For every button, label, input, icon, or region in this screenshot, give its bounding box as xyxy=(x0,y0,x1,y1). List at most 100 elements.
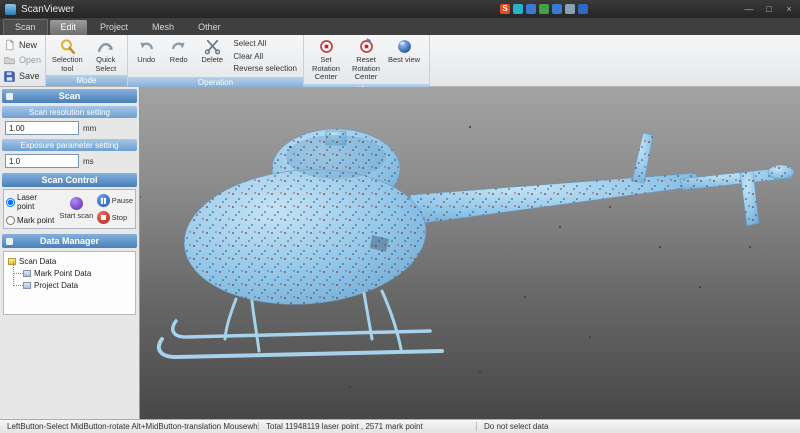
system-tray: S xyxy=(500,4,588,14)
mode-group: Selection tool Quick Select Mode xyxy=(46,35,128,86)
scissors-icon xyxy=(204,38,221,55)
undo-label: Undo xyxy=(137,56,155,65)
select-all-button[interactable]: Select All xyxy=(233,39,297,48)
exposure-input[interactable] xyxy=(5,154,79,168)
input-method-icon[interactable]: S xyxy=(500,4,510,14)
delete-button[interactable]: Delete xyxy=(196,37,228,65)
resolution-header: Scan resolution setting xyxy=(2,106,137,118)
tab-edit[interactable]: Edit xyxy=(50,20,88,35)
redo-button[interactable]: Redo xyxy=(164,37,195,65)
start-scan-label: Start scan xyxy=(60,212,94,220)
open-label: Open xyxy=(19,55,41,65)
start-scan-button[interactable]: Start scan xyxy=(59,197,94,220)
tab-mesh[interactable]: Mesh xyxy=(141,20,185,35)
pause-icon xyxy=(97,194,110,207)
best-view-icon xyxy=(396,38,413,55)
window-controls: — □ × xyxy=(743,4,795,14)
reset-rotation-center-button[interactable]: Reset Rotation Center xyxy=(347,37,385,82)
operation-group: Undo Redo Delete Select All Clear All Re… xyxy=(128,35,304,86)
exposure-row: ms xyxy=(5,154,134,168)
mic-icon[interactable] xyxy=(539,4,549,14)
scan-point-speckles xyxy=(140,87,800,419)
selection-tool-icon xyxy=(59,38,76,55)
quick-select-icon xyxy=(97,38,114,55)
mark-point-radio[interactable]: Mark point xyxy=(6,216,56,225)
scan-control-box: Laser point Mark point Start scan Pause xyxy=(3,189,136,229)
helicopter-model[interactable] xyxy=(140,87,800,419)
resolution-row: mm xyxy=(5,121,134,135)
menu-tab-bar: Scan Edit Project Mesh Other xyxy=(0,18,800,35)
titlebar: ScanViewer S — □ × xyxy=(0,0,800,18)
mode-group-label: Mode xyxy=(46,75,127,86)
resolution-unit: mm xyxy=(83,124,96,133)
tree-node-scan-data[interactable]: Scan Data xyxy=(8,255,131,267)
mark-point-data-label: Mark Point Data xyxy=(34,269,91,278)
minimize-button[interactable]: — xyxy=(743,4,755,14)
undo-button[interactable]: Undo xyxy=(131,37,162,65)
scan-sidebar: Scan Scan resolution setting mm Exposure… xyxy=(0,87,140,419)
data-node-icon xyxy=(23,270,31,277)
file-button-group: New Open Save xyxy=(0,35,46,86)
data-manager-pin-icon xyxy=(6,238,13,245)
status-selection-state: Do not select data xyxy=(476,422,800,431)
window-title: ScanViewer xyxy=(21,4,74,15)
redo-label: Redo xyxy=(170,56,188,65)
best-view-button[interactable]: Best view xyxy=(387,37,421,65)
stop-label: Stop xyxy=(112,213,127,222)
clear-all-button[interactable]: Clear All xyxy=(233,52,297,61)
scan-control-header: Scan Control xyxy=(2,173,137,187)
pause-button[interactable]: Pause xyxy=(97,194,133,207)
network-icon[interactable] xyxy=(578,4,588,14)
reverse-selection-button[interactable]: Reverse selection xyxy=(233,64,297,73)
start-scan-icon xyxy=(70,197,83,210)
ribbon-filler xyxy=(430,35,800,86)
point-type-radios: Laser point Mark point xyxy=(6,193,56,225)
view-group: Set Rotation Center Reset Rotation Cente… xyxy=(304,35,430,86)
tree-node-mark-point-data[interactable]: Mark Point Data xyxy=(23,267,131,279)
status-point-counts: Total 11948119 laser point , 2571 mark p… xyxy=(258,422,476,431)
quick-select-button[interactable]: Quick Select xyxy=(88,37,125,73)
scan-control-title: Scan Control xyxy=(41,175,97,185)
save-label: Save xyxy=(19,71,40,81)
redo-icon xyxy=(170,38,187,55)
tab-other[interactable]: Other xyxy=(187,20,232,35)
undo-icon xyxy=(138,38,155,55)
scanviewer-window: ScanViewer S — □ × Scan Edit Project Mes… xyxy=(0,0,800,433)
tree-node-project-data[interactable]: Project Data xyxy=(23,279,131,291)
exposure-header: Exposure parameter setting xyxy=(2,139,137,151)
laser-point-radio[interactable]: Laser point xyxy=(6,193,56,211)
status-bar: LeftButton-Select MidButton-rotate Alt+M… xyxy=(0,419,800,433)
set-rotation-center-button[interactable]: Set Rotation Center xyxy=(307,37,345,82)
mark-point-radio-input[interactable] xyxy=(6,216,15,225)
project-data-label: Project Data xyxy=(34,281,78,290)
resolution-input[interactable] xyxy=(5,121,79,135)
capture-icon[interactable] xyxy=(513,4,523,14)
new-button[interactable]: New xyxy=(4,38,41,52)
maximize-button[interactable]: □ xyxy=(763,4,775,14)
stop-button[interactable]: Stop xyxy=(97,211,133,224)
exposure-unit: ms xyxy=(83,157,94,166)
open-button[interactable]: Open xyxy=(4,53,41,67)
save-button[interactable]: Save xyxy=(4,69,41,83)
pause-stop-column: Pause Stop xyxy=(97,194,133,224)
data-manager-header: Data Manager xyxy=(2,234,137,248)
tab-scan[interactable]: Scan xyxy=(3,19,48,35)
close-button[interactable]: × xyxy=(783,4,795,14)
viewport-3d[interactable] xyxy=(140,87,800,419)
panel-pin-icon xyxy=(6,93,13,100)
selection-tool-button[interactable]: Selection tool xyxy=(49,37,86,73)
open-folder-icon xyxy=(4,55,15,65)
usb-icon[interactable] xyxy=(552,4,562,14)
sidebar-empty-area xyxy=(0,315,139,419)
wrench-icon[interactable] xyxy=(565,4,575,14)
set-rotation-center-icon xyxy=(318,38,335,55)
data-manager-title: Data Manager xyxy=(40,236,99,246)
new-label: New xyxy=(19,40,37,50)
scan-data-label: Scan Data xyxy=(19,257,56,266)
ribbon: New Open Save Selection tool Quick Selec… xyxy=(0,35,800,87)
stop-icon xyxy=(97,211,110,224)
laser-point-radio-input[interactable] xyxy=(6,198,15,207)
tab-project[interactable]: Project xyxy=(89,20,139,35)
eye-icon[interactable] xyxy=(526,4,536,14)
delete-label: Delete xyxy=(201,56,223,65)
